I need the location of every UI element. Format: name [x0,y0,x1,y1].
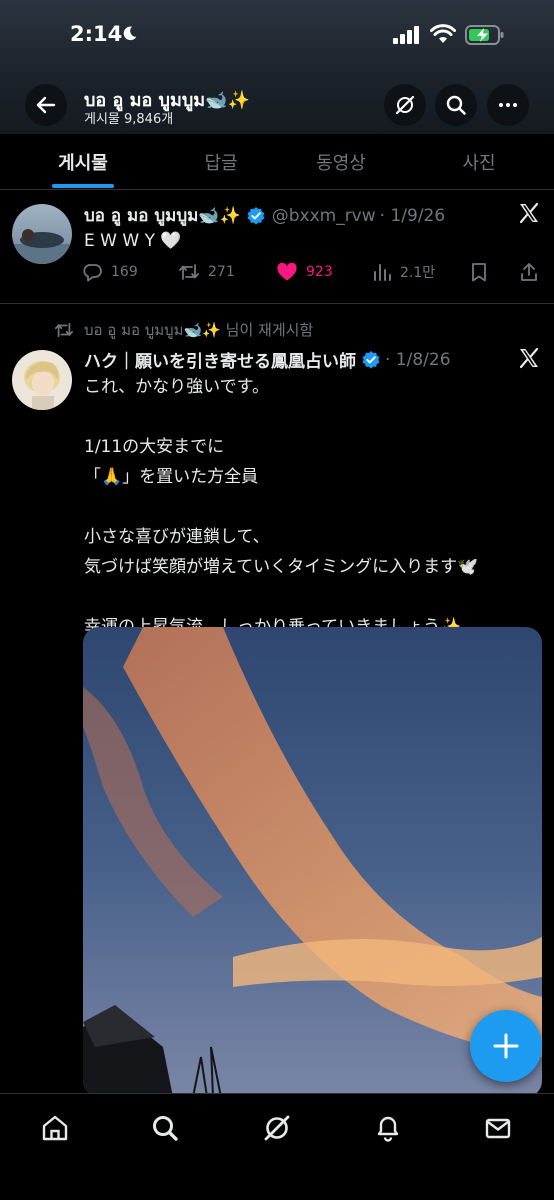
tweet1-author-line: บอ อู มอ บูมบูม🐋✨ @bxxm_rvw · 1/9/26 [84,202,445,229]
compose-button[interactable] [470,1010,542,1082]
tab-photos[interactable]: 사진 [396,134,554,190]
nav-messages[interactable] [481,1111,515,1145]
profile-header: 2:14 บอ อู มอ บูมบูม🐋✨ 게시물 9,846개 [0,0,554,134]
reposted-by-text: บอ อู มอ บูมบูม🐋✨ 님이 재게시함 [84,321,314,339]
tweet2-media-image[interactable] [83,627,542,1097]
wifi-icon [430,24,456,43]
back-arrow-icon [36,96,56,114]
tweet2-avatar[interactable] [12,350,72,410]
heart-icon [277,262,297,281]
share-icon [521,263,537,281]
views-count: 2.1만 [400,265,436,281]
search-button[interactable] [435,84,477,126]
more-button[interactable] [487,84,529,126]
grok-button[interactable] [384,84,426,126]
tweet1-actions: 169 271 923 2.1만 [83,262,543,288]
x-logo-icon [519,347,539,369]
post-count: 게시물 9,846개 [84,112,174,127]
bookmark-icon [472,263,486,282]
reply-count: 169 [111,264,138,280]
repost-button[interactable]: 271 [178,262,235,282]
grok-icon [395,95,415,115]
x-logo-icon [519,202,539,224]
tweet2-author-name[interactable]: ハク｜願いを引き寄せる鳳凰占い師 [84,347,356,372]
tweet1-text: E W W Y 🤍 [84,231,182,251]
back-button[interactable] [25,84,67,126]
tweet1-avatar[interactable] [12,204,72,264]
repost-count: 271 [208,264,235,280]
tweet-divider [0,303,554,304]
bookmark-button[interactable] [469,262,497,282]
bottom-navigation [0,1093,554,1200]
mail-icon [485,1118,511,1139]
views-button[interactable]: 2.1만 [372,262,435,282]
nav-notifications[interactable] [371,1111,405,1145]
verified-badge-icon [362,350,380,369]
battery-charging-icon [465,25,504,45]
tweet1-date[interactable]: · 1/9/26 [380,206,446,226]
profile-tabs: 게시물 답글 동영상 사진 [0,134,554,190]
more-icon [499,103,517,107]
status-time: 2:14 [70,22,123,46]
compose-icon [493,1033,519,1059]
repost-icon [179,264,199,280]
bell-icon [377,1116,399,1142]
reposted-by-line[interactable]: บอ อู มอ บูมบูม🐋✨ 님이 재게시함 [54,318,313,342]
views-icon [374,264,391,281]
tweet2-author-line: ハク｜願いを引き寄せる鳳凰占い師 · 1/8/26 [84,347,451,373]
tweet1-handle[interactable]: @bxxm_rvw [272,206,376,226]
nav-search[interactable] [148,1111,182,1145]
nav-home[interactable] [38,1111,72,1145]
reply-button[interactable]: 169 [83,262,138,282]
moon-icon [123,26,137,41]
tweet2-text: これ、かなり強いです。 1/11の大安までに 「🙏」を置いた方全員 小さな喜びが… [84,377,479,637]
nav-grok[interactable] [260,1111,294,1145]
search-icon [446,95,466,115]
grok-icon [264,1115,290,1141]
search-icon [153,1116,178,1141]
cellular-signal-icon [393,26,419,44]
tweet1-author-name[interactable]: บอ อู มอ บูมบูม🐋✨ [84,202,241,229]
repost-icon [55,322,73,338]
reply-icon [83,264,102,282]
share-button[interactable] [519,262,547,282]
like-button[interactable]: 923 [276,262,333,282]
home-icon [42,1115,68,1141]
verified-badge-icon [247,206,265,225]
active-tab-indicator [52,184,114,188]
like-count: 923 [306,264,333,280]
tweet2-date[interactable]: · 1/8/26 [385,350,451,370]
